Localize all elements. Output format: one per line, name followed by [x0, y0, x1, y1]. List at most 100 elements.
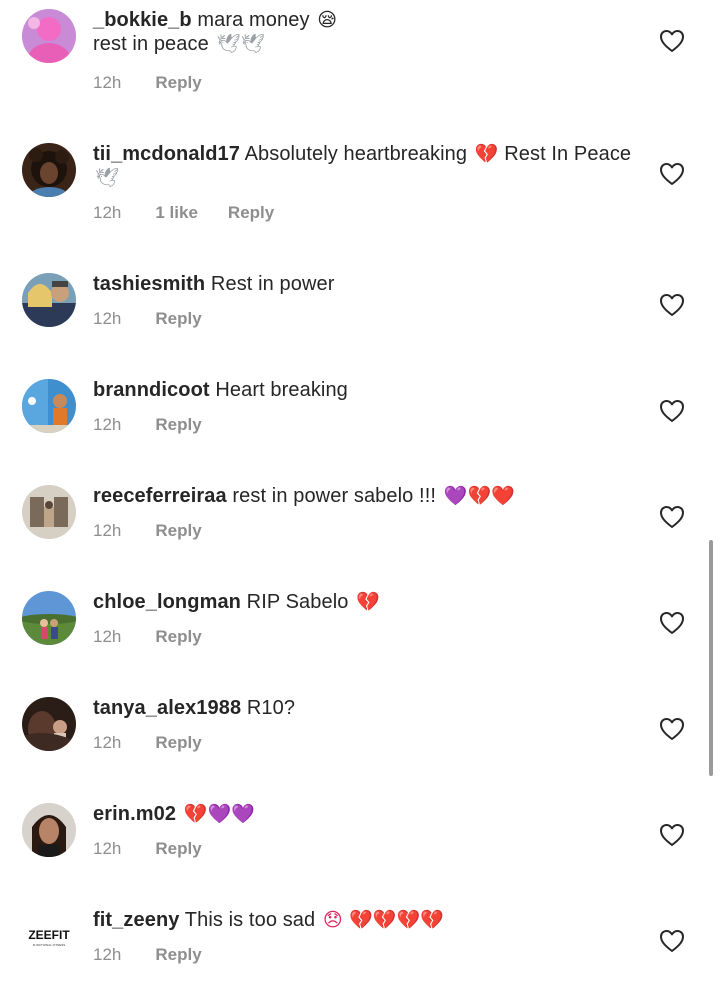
dove-emoji: 🕊🕊 [216, 33, 265, 55]
comment-item: ZEEFIT FUNCTIONAL FITNESS fit_zeeny This… [0, 900, 720, 1006]
comment-body-line2: rest in peace [93, 33, 209, 55]
heart-icon [660, 930, 684, 952]
like-heart-button[interactable] [659, 293, 685, 317]
comment-username[interactable]: erin.m02 [93, 803, 176, 825]
comment-body: R10? [246, 697, 296, 719]
comment-text: chloe_longman RIP Sabelo 💔 [93, 590, 633, 614]
comment-time: 12h [93, 309, 122, 328]
avatar[interactable] [22, 803, 76, 857]
like-heart-button[interactable] [659, 162, 685, 186]
comment-text: erin.m02 💔💜💜 [93, 802, 633, 826]
like-count[interactable]: 1 like [155, 203, 198, 222]
comment-text: fit_zeeny This is too sad 😞 💔💔💔💔 [93, 908, 633, 932]
dove-emoji: 🕊 [95, 167, 120, 189]
comment-body: This is too sad [184, 909, 316, 931]
reply-button[interactable]: Reply [155, 521, 201, 540]
comment-time: 12h [93, 627, 122, 646]
like-heart-button[interactable] [659, 823, 685, 847]
comment-username[interactable]: _bokkie_b [93, 9, 192, 31]
comment-text: reeceferreiraa rest in power sabelo !!! … [93, 484, 633, 508]
comment-username[interactable]: tashiesmith [93, 273, 205, 295]
reply-button[interactable]: Reply [155, 73, 201, 92]
comment-username[interactable]: tanya_alex1988 [93, 697, 241, 719]
reply-button[interactable]: Reply [228, 203, 274, 222]
avatar-logo-tagline: FUNCTIONAL FITNESS [33, 943, 66, 947]
heart-icon [660, 30, 684, 52]
heart-icon [660, 718, 684, 740]
like-heart-button[interactable] [659, 29, 685, 53]
comment-time: 12h [93, 521, 122, 540]
comment-item: tii_mcdonald17 Absolutely heartbreaking … [0, 134, 720, 240]
comment-item: erin.m02 💔💜💜 12h Reply [0, 794, 720, 900]
comment-meta: 12h Reply [93, 945, 202, 965]
heart-icon [660, 294, 684, 316]
scrollbar-track[interactable] [708, 0, 714, 966]
broken-heart-emoji: 💔 [474, 143, 499, 165]
like-heart-button[interactable] [659, 399, 685, 423]
comment-meta: 12h Reply [93, 839, 202, 859]
comment-username[interactable]: chloe_longman [93, 591, 241, 613]
avatar[interactable] [22, 9, 76, 63]
comment-body: mara money [197, 9, 310, 31]
reply-button[interactable]: Reply [155, 945, 201, 964]
comment-body: Heart breaking [215, 379, 348, 401]
comment-time: 12h [93, 73, 122, 92]
comment-meta: 12h Reply [93, 521, 202, 541]
avatar[interactable] [22, 697, 76, 751]
comment-username[interactable]: branndicoot [93, 379, 210, 401]
heart-icon [660, 824, 684, 846]
like-heart-button[interactable] [659, 611, 685, 635]
comment-text: _bokkie_b mara money 😪 rest in peace 🕊🕊 [93, 8, 633, 56]
avatar[interactable] [22, 591, 76, 645]
reply-button[interactable]: Reply [155, 733, 201, 752]
comment-list: _bokkie_b mara money 😪 rest in peace 🕊🕊 … [0, 0, 720, 966]
comment-meta: 12h Reply [93, 415, 202, 435]
comment-item: branndicoot Heart breaking 12h Reply [0, 370, 720, 476]
reply-button[interactable]: Reply [155, 309, 201, 328]
heart-icon [660, 163, 684, 185]
comment-text: tanya_alex1988 R10? [93, 696, 633, 720]
comment-meta: 12h Reply [93, 733, 202, 753]
like-heart-button[interactable] [659, 717, 685, 741]
comment-meta: 12h Reply [93, 309, 202, 329]
heart-icon [660, 400, 684, 422]
emoji: 😪 [317, 9, 338, 31]
comment-meta: 12h Reply [93, 627, 202, 647]
comment-time: 12h [93, 945, 122, 964]
comment-username[interactable]: reeceferreiraa [93, 485, 227, 507]
comment-meta: 12h 1 like Reply [93, 203, 274, 223]
like-heart-button[interactable] [659, 505, 685, 529]
reply-button[interactable]: Reply [155, 627, 201, 646]
comment-item: chloe_longman RIP Sabelo 💔 12h Reply [0, 582, 720, 688]
avatar[interactable] [22, 485, 76, 539]
comment-body: rest in power sabelo !!! [232, 485, 437, 507]
comment-time: 12h [93, 839, 122, 858]
heart-icon [660, 612, 684, 634]
comment-body-line2: Rest In Peace [504, 143, 632, 165]
comment-body: Absolutely heartbreaking [244, 143, 468, 165]
comment-username[interactable]: tii_mcdonald17 [93, 143, 240, 165]
comment-text: tii_mcdonald17 Absolutely heartbreaking … [93, 142, 633, 190]
reply-button[interactable]: Reply [155, 415, 201, 434]
comment-time: 12h [93, 415, 122, 434]
like-heart-button[interactable] [659, 929, 685, 953]
avatar[interactable]: ZEEFIT FUNCTIONAL FITNESS [22, 909, 76, 963]
comment-item: tashiesmith Rest in power 12h Reply [0, 264, 720, 370]
comment-time: 12h [93, 203, 122, 222]
comment-meta: 12h Reply [93, 73, 202, 93]
reply-button[interactable]: Reply [155, 839, 201, 858]
comment-username[interactable]: fit_zeeny [93, 909, 180, 931]
avatar[interactable] [22, 273, 76, 327]
avatar[interactable] [22, 379, 76, 433]
comment-time: 12h [93, 733, 122, 752]
hearts-emoji: 💜💔❤️ [443, 485, 515, 507]
comment-body: RIP Sabelo [246, 591, 349, 613]
scrollbar-thumb[interactable] [709, 540, 713, 776]
comment-item: tanya_alex1988 R10? 12h Reply [0, 688, 720, 794]
hearts-emoji: 💔💜💜 [183, 803, 256, 825]
avatar-logo-text: ZEEFIT [28, 928, 70, 942]
avatar[interactable] [22, 143, 76, 197]
comment-text: tashiesmith Rest in power [93, 272, 633, 296]
comment-body: Rest in power [210, 273, 335, 295]
heart-icon [660, 506, 684, 528]
